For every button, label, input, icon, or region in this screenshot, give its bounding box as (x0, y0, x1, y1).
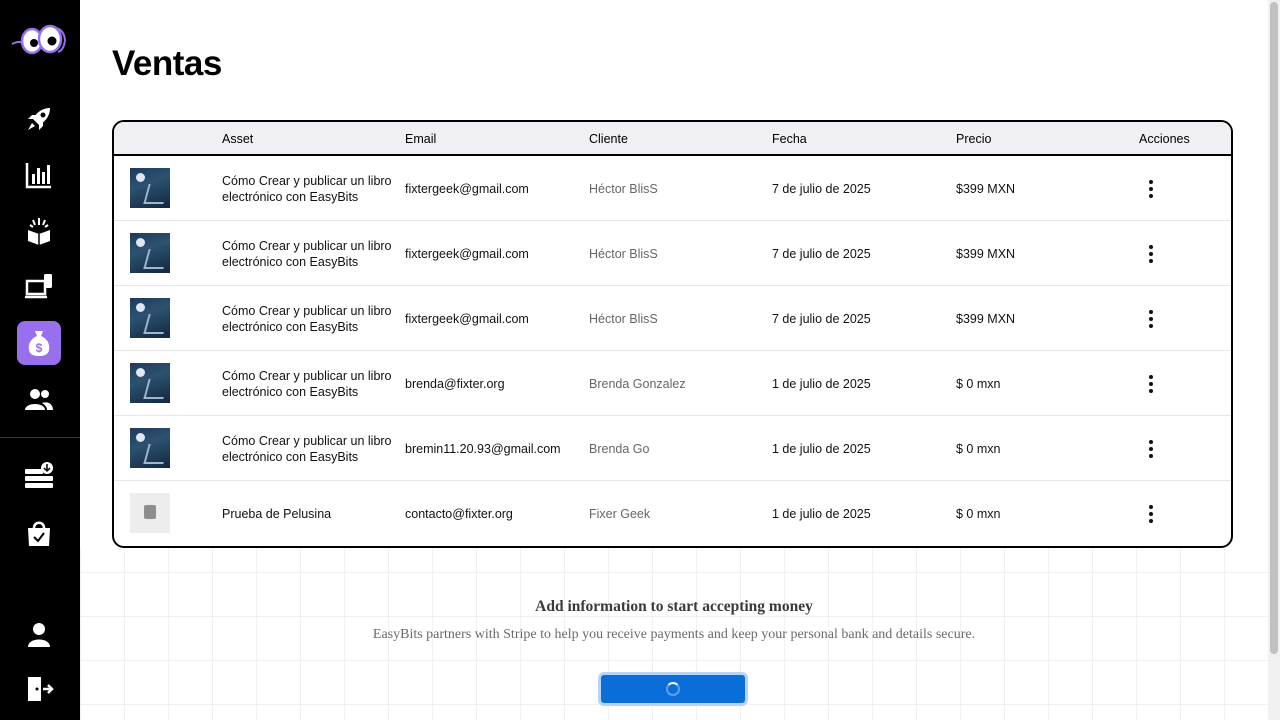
sale-price: $ 0 mxn (956, 441, 1001, 456)
more-vertical-icon (1149, 244, 1153, 263)
easybits-logo[interactable] (10, 22, 68, 58)
sidebar-divider (0, 437, 80, 438)
customer-name: Brenda Gonzalez (589, 376, 686, 391)
sale-price: $399 MXN (956, 311, 1016, 326)
header-asset: Asset (222, 132, 254, 146)
sidebar-item-devices[interactable] (17, 265, 61, 309)
sale-date: 7 de julio de 2025 (772, 181, 871, 196)
logout-icon (28, 677, 54, 701)
asset-thumbnail (130, 493, 170, 533)
main-content: Ventas Asset Email Cliente Fecha Precio … (80, 0, 1268, 720)
header-client: Cliente (589, 132, 628, 146)
page-scrollbar[interactable] (1268, 0, 1280, 720)
sale-price: $ 0 mxn (956, 376, 1001, 391)
customer-email: fixtergeek@gmail.com (405, 311, 529, 326)
sidebar-item-sales[interactable]: $ (17, 321, 61, 365)
customer-name: Héctor BlisS (589, 181, 658, 196)
customer-email: fixtergeek@gmail.com (405, 246, 529, 261)
scrollbar-thumb[interactable] (1270, 2, 1278, 654)
sale-price: $399 MXN (956, 181, 1016, 196)
money-bag-icon: $ (28, 331, 50, 356)
sale-price: $399 MXN (956, 246, 1016, 261)
sidebar-item-storage[interactable] (17, 454, 61, 498)
customer-name: Fixer Geek (589, 506, 651, 521)
more-vertical-icon (1149, 504, 1153, 523)
customer-email: contacto@fixter.org (405, 506, 513, 521)
table-row[interactable]: Cómo Crear y publicar un libro electróni… (114, 286, 1231, 351)
users-icon (25, 389, 53, 410)
asset-title: Cómo Crear y publicar un libro electróni… (222, 433, 392, 464)
more-vertical-icon (1149, 309, 1153, 328)
header-actions: Acciones (1139, 132, 1190, 146)
sale-date: 1 de julio de 2025 (772, 376, 871, 391)
asset-thumbnail (130, 233, 170, 273)
asset-title: Cómo Crear y publicar un libro electróni… (222, 368, 392, 399)
row-actions-button[interactable] (1141, 156, 1161, 221)
sidebar-item-rocket[interactable] (17, 97, 61, 141)
sidebar-item-logout[interactable] (17, 667, 61, 711)
loading-spinner-icon (666, 682, 680, 696)
customer-email: fixtergeek@gmail.com (405, 181, 529, 196)
row-actions-button[interactable] (1141, 481, 1161, 546)
sale-date: 7 de julio de 2025 (772, 246, 871, 261)
more-vertical-icon (1149, 439, 1153, 458)
table-row[interactable]: Cómo Crear y publicar un libro electróni… (114, 156, 1231, 221)
sales-table: Asset Email Cliente Fecha Precio Accione… (112, 120, 1233, 548)
shopping-bag-icon (28, 521, 50, 546)
sidebar-item-store[interactable] (17, 511, 61, 555)
more-vertical-icon (1149, 179, 1153, 198)
asset-title: Cómo Crear y publicar un libro electróni… (222, 303, 392, 334)
header-date: Fecha (772, 132, 807, 146)
asset-thumbnail (130, 298, 170, 338)
sidebar-item-stats[interactable] (17, 153, 61, 197)
sale-date: 1 de julio de 2025 (772, 506, 871, 521)
row-actions-button[interactable] (1141, 416, 1161, 481)
customer-name: Héctor BlisS (589, 246, 658, 261)
stripe-onboarding-title: Add information to start accepting money (535, 598, 813, 615)
database-download-icon (25, 462, 53, 488)
sale-price: $ 0 mxn (956, 506, 1001, 521)
asset-thumbnail (130, 428, 170, 468)
stripe-onboarding-description: EasyBits partners with Stripe to help yo… (372, 627, 976, 642)
customer-name: Héctor BlisS (589, 311, 658, 326)
asset-title: Prueba de Pelusina (222, 506, 332, 521)
customer-email: bremin11.20.93@gmail.com (405, 441, 561, 456)
gift-box-icon (28, 218, 50, 245)
asset-thumbnail (130, 168, 170, 208)
laptop-device-icon (25, 274, 52, 299)
page-title: Ventas (112, 44, 222, 83)
sidebar-item-users[interactable] (17, 377, 61, 421)
table-header: Asset Email Cliente Fecha Precio Accione… (114, 122, 1231, 156)
row-actions-button[interactable] (1141, 221, 1161, 286)
sidebar-item-profile[interactable] (17, 612, 61, 656)
header-price: Precio (956, 132, 992, 146)
sidebar-item-products[interactable] (17, 209, 61, 253)
more-vertical-icon (1149, 374, 1153, 393)
asset-thumbnail (130, 363, 170, 403)
stats-chart-icon (25, 163, 51, 189)
svg-text:$: $ (36, 341, 43, 355)
rocket-icon (28, 108, 50, 130)
row-actions-button[interactable] (1141, 286, 1161, 351)
row-actions-button[interactable] (1141, 351, 1161, 416)
table-row[interactable]: Cómo Crear y publicar un libro electróni… (114, 416, 1231, 481)
user-profile-icon (28, 623, 50, 647)
header-email: Email (405, 132, 437, 146)
table-row[interactable]: Cómo Crear y publicar un libro electróni… (114, 351, 1231, 416)
sale-date: 1 de julio de 2025 (772, 441, 871, 456)
customer-name: Brenda Go (589, 441, 650, 456)
asset-title: Cómo Crear y publicar un libro electróni… (222, 173, 392, 204)
customer-email: brenda@fixter.org (405, 376, 505, 391)
stripe-connect-button[interactable] (598, 672, 748, 706)
sidebar: $ (0, 0, 80, 720)
table-row[interactable]: Cómo Crear y publicar un libro electróni… (114, 221, 1231, 286)
sale-date: 7 de julio de 2025 (772, 311, 871, 326)
asset-title: Cómo Crear y publicar un libro electróni… (222, 238, 392, 269)
table-row[interactable]: Prueba de Pelusina contacto@fixter.org F… (114, 481, 1231, 546)
